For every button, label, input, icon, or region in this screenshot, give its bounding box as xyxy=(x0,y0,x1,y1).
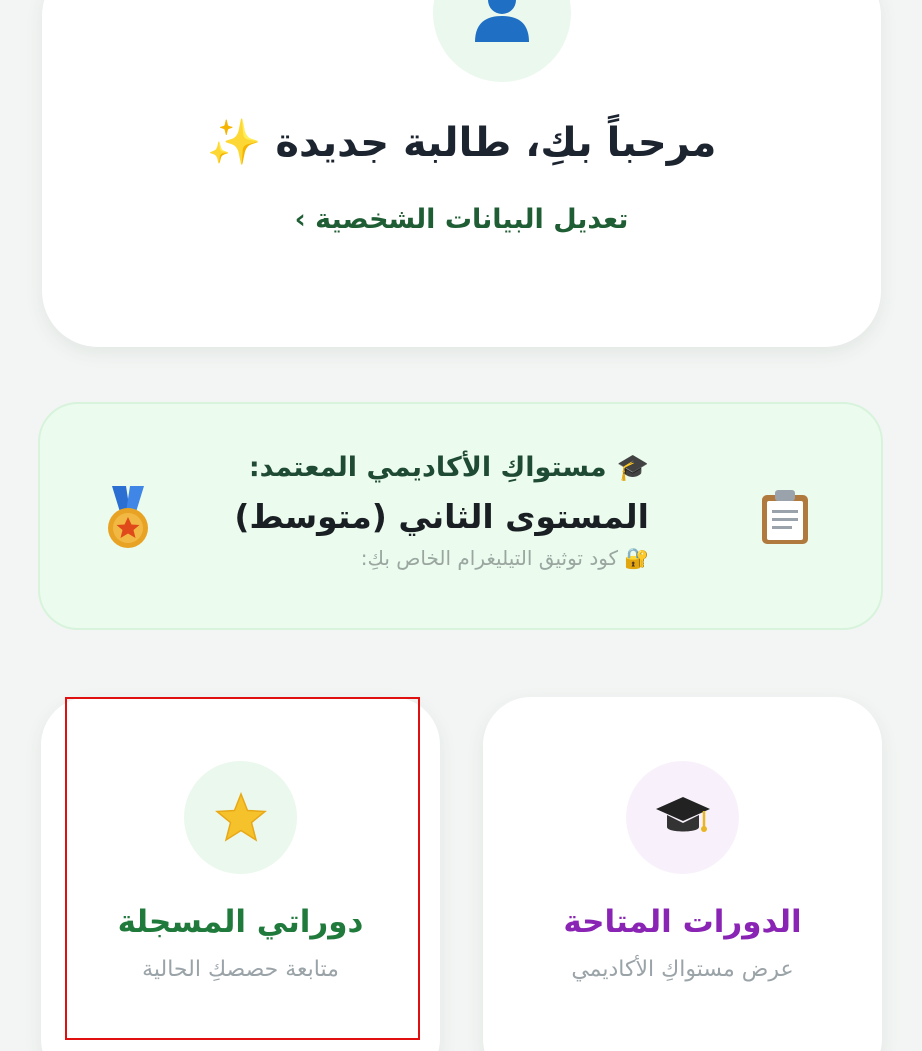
lock-key-icon: 🔐 xyxy=(624,546,649,570)
available-courses-card[interactable]: الدورات المتاحة عرض مستواكِ الأكاديمي xyxy=(483,697,882,1051)
edit-profile-link[interactable]: تعديل البيانات الشخصية › xyxy=(42,204,881,235)
my-courses-icon-circle xyxy=(184,761,297,874)
my-courses-title: دوراتي المسجلة xyxy=(117,904,364,940)
level-title-text: مستواكِ الأكاديمي المعتمد: xyxy=(248,452,607,483)
graduation-cap-icon: 🎓 xyxy=(616,452,649,483)
profile-card: مرحباً بكِ، طالبة جديدة ✨ تعديل البيانات… xyxy=(42,0,881,347)
my-courses-subtitle: متابعة حصصكِ الحالية xyxy=(142,957,339,982)
available-courses-title: الدورات المتاحة xyxy=(563,904,802,940)
star-icon xyxy=(214,791,267,842)
my-courses-card[interactable]: دوراتي المسجلة متابعة حصصكِ الحالية xyxy=(41,697,440,1051)
welcome-heading: مرحباً بكِ، طالبة جديدة ✨ xyxy=(42,120,881,166)
telegram-hint-text: كود توثيق التيليغرام الخاص بكِ: xyxy=(360,546,619,570)
graduation-cap-icon xyxy=(655,796,710,832)
available-courses-icon-circle xyxy=(626,761,739,874)
level-title: 🎓 مستواكِ الأكاديمي المعتمد: xyxy=(234,452,649,483)
clipboard-icon xyxy=(762,490,808,544)
user-avatar-icon xyxy=(475,0,529,42)
avatar xyxy=(433,0,571,82)
welcome-text: مرحباً بكِ، طالبة جديدة xyxy=(275,120,717,166)
level-info: 🎓 مستواكِ الأكاديمي المعتمد: المستوى الث… xyxy=(234,452,649,570)
level-value: المستوى الثاني (متوسط) xyxy=(234,497,649,536)
medal-icon xyxy=(108,486,148,548)
telegram-code-hint: 🔐 كود توثيق التيليغرام الخاص بكِ: xyxy=(234,546,649,570)
academic-level-card: 🎓 مستواكِ الأكاديمي المعتمد: المستوى الث… xyxy=(38,402,883,630)
sparkles-icon: ✨ xyxy=(206,117,262,168)
available-courses-subtitle: عرض مستواكِ الأكاديمي xyxy=(571,957,794,982)
